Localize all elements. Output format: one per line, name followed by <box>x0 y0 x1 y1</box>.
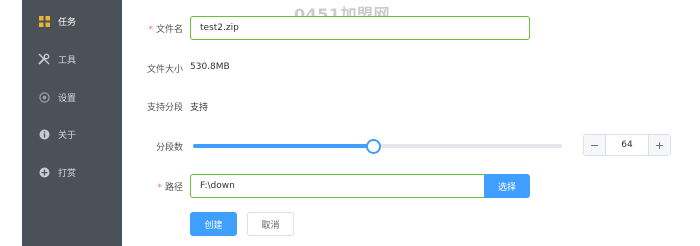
reward-icon <box>36 164 52 180</box>
cancel-button[interactable]: 取消 <box>247 212 294 236</box>
segment-support-label: 支持分段 <box>146 103 183 113</box>
increment-button[interactable]: + <box>648 135 670 155</box>
sidebar-item-task[interactable]: 任务 <box>22 9 122 33</box>
sidebar-item-reward[interactable]: 打赏 <box>22 160 122 184</box>
sidebar-item-label: 工具 <box>58 55 77 66</box>
sidebar: 任务 工具 设置 关于 打赏 <box>22 0 122 246</box>
grid-icon <box>36 13 52 29</box>
sidebar-item-about[interactable]: 关于 <box>22 122 122 146</box>
sidebar-item-label: 关于 <box>58 130 77 141</box>
sidebar-item-tools[interactable]: 工具 <box>22 47 122 71</box>
select-path-button[interactable]: 选择 <box>484 174 530 198</box>
sidebar-item-label: 任务 <box>58 17 77 28</box>
sidebar-item-label: 打赏 <box>58 168 77 179</box>
file-size-value: 530.8MB <box>190 62 230 72</box>
path-label: * 路径 <box>157 183 183 193</box>
segments-slider-fill <box>193 144 374 148</box>
segment-support-value: 支持 <box>190 103 209 113</box>
segments-label: 分段数 <box>155 143 183 153</box>
left-edge-strip <box>0 0 22 246</box>
segments-stepper: − 64 + <box>583 134 671 156</box>
create-button[interactable]: 创建 <box>190 212 237 236</box>
file-name-input[interactable]: test2.zip <box>190 16 530 40</box>
segments-value[interactable]: 64 <box>606 135 648 155</box>
info-icon <box>36 126 52 142</box>
path-input[interactable]: F:\down <box>190 174 485 198</box>
file-size-label: 文件大小 <box>146 65 183 75</box>
sidebar-item-settings[interactable]: 设置 <box>22 85 122 109</box>
file-name-label: * 文件名 <box>148 25 183 35</box>
tools-icon <box>36 51 52 67</box>
sidebar-item-label: 设置 <box>58 93 77 104</box>
settings-icon <box>36 89 52 105</box>
decrement-button[interactable]: − <box>584 135 606 155</box>
